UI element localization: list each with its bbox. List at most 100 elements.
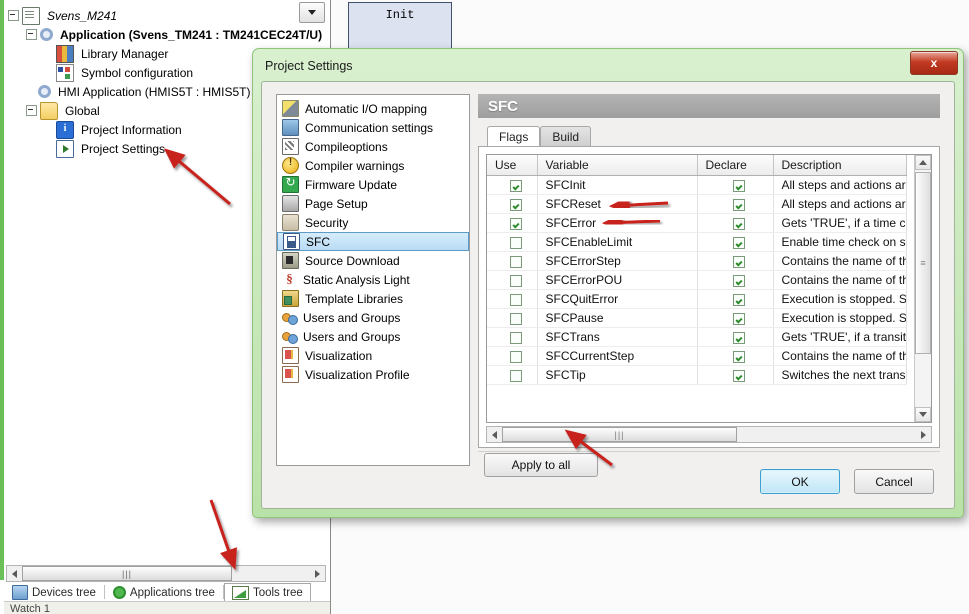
sfc-init-step-block[interactable]: Init — [348, 2, 452, 51]
chevron-down-icon[interactable] — [299, 2, 325, 23]
ok-button[interactable]: OK — [760, 469, 840, 494]
content-tab-flags[interactable]: Flags — [487, 126, 541, 146]
declare-checkbox[interactable] — [733, 293, 745, 306]
use-cell[interactable] — [487, 175, 538, 195]
use-checkbox[interactable] — [509, 255, 522, 268]
declare-checkbox[interactable] — [733, 198, 745, 211]
tree-horizontal-scrollbar[interactable]: ||| — [6, 565, 326, 582]
use-cell[interactable] — [487, 327, 538, 347]
table-row[interactable]: SFCPause Execution is stopped. SFCError — [487, 308, 907, 328]
table-row[interactable]: SFCErrorStep Contains the name of the ste… — [487, 251, 907, 271]
table-row[interactable]: SFCTrans Gets 'TRUE', if a transition swi — [487, 327, 907, 347]
declare-cell[interactable] — [697, 232, 774, 252]
declare-cell[interactable] — [697, 289, 774, 309]
scroll-left-arrow-icon[interactable] — [7, 566, 22, 581]
table-row[interactable]: SFCError Gets 'TRUE', if a time check fai — [487, 213, 907, 233]
category-item-security[interactable]: Security — [277, 213, 469, 232]
tree-hscroll-thumb[interactable]: ||| — [22, 566, 232, 581]
apply-to-all-button[interactable]: Apply to all — [484, 453, 598, 477]
tree-node-symbol-configuration[interactable]: Symbol configuration — [44, 63, 196, 82]
category-item-users-and-groups[interactable]: Users and Groups — [277, 327, 469, 346]
use-checkbox[interactable] — [509, 369, 522, 382]
tree-expander-icon[interactable] — [26, 105, 37, 116]
category-item-sfc[interactable]: SFC — [277, 232, 469, 251]
tab-applications-tree[interactable]: Applications tree — [105, 583, 223, 602]
grid-vertical-scrollbar[interactable]: ≡ — [914, 155, 931, 422]
use-checkbox[interactable] — [509, 274, 522, 287]
grid-hscroll-thumb[interactable]: ||| — [502, 427, 737, 442]
declare-checkbox[interactable] — [733, 312, 745, 325]
declare-checkbox[interactable] — [733, 331, 745, 344]
tree-node-svens-m241[interactable]: Svens_M241 — [8, 6, 120, 25]
cancel-button[interactable]: Cancel — [854, 469, 934, 494]
table-row[interactable]: SFCTip Switches the next transition or — [487, 365, 907, 385]
close-icon[interactable]: x — [910, 51, 958, 75]
declare-checkbox[interactable] — [733, 217, 745, 230]
scroll-up-arrow-icon[interactable] — [915, 155, 931, 170]
category-item-firmware-update[interactable]: Firmware Update — [277, 175, 469, 194]
dialog-title-bar[interactable]: Project Settings x — [256, 51, 960, 80]
tree-expander-icon[interactable] — [26, 29, 37, 40]
settings-category-list[interactable]: Automatic I/O mapping Communication setti… — [276, 94, 470, 466]
use-checkbox[interactable] — [509, 179, 522, 192]
declare-cell[interactable] — [697, 175, 774, 195]
use-checkbox[interactable] — [509, 236, 522, 249]
tree-node-project-settings[interactable]: Project Settings — [44, 139, 169, 158]
table-row[interactable]: SFCEnableLimit Enable time check on steps — [487, 232, 907, 252]
declare-cell[interactable] — [697, 365, 774, 385]
category-item-compiler-warnings[interactable]: Compiler warnings — [277, 156, 469, 175]
scroll-right-arrow-icon[interactable] — [916, 427, 931, 442]
declare-cell[interactable] — [697, 251, 774, 271]
use-cell[interactable] — [487, 346, 538, 366]
column-header-declare[interactable]: Declare — [697, 155, 774, 176]
declare-cell[interactable] — [697, 194, 774, 214]
declare-cell[interactable] — [697, 308, 774, 328]
use-checkbox[interactable] — [509, 312, 522, 325]
tree-node-hmi-application-hmis5t-hmis5t[interactable]: HMI Application (HMIS5T : HMIS5T) — [26, 82, 254, 101]
use-cell[interactable] — [487, 365, 538, 385]
category-item-communication-settings[interactable]: Communication settings — [277, 118, 469, 137]
category-item-automatic-i-o-mapping[interactable]: Automatic I/O mapping — [277, 99, 469, 118]
use-cell[interactable] — [487, 308, 538, 328]
tree-node-global[interactable]: Global — [26, 101, 103, 120]
scroll-down-arrow-icon[interactable] — [915, 407, 931, 422]
column-header-variable[interactable]: Variable — [537, 155, 698, 176]
table-row[interactable]: SFCCurrentStep Contains the name of the a… — [487, 346, 907, 366]
table-row[interactable]: SFCErrorPOU Contains the name of the POU — [487, 270, 907, 290]
tab-devices-tree[interactable]: Devices tree — [4, 583, 104, 602]
category-item-template-libraries[interactable]: Template Libraries — [277, 289, 469, 308]
use-checkbox[interactable] — [509, 293, 522, 306]
use-checkbox[interactable] — [509, 350, 522, 363]
table-row[interactable]: SFCReset All steps and actions are reset — [487, 194, 907, 214]
category-item-page-setup[interactable]: Page Setup — [277, 194, 469, 213]
category-item-static-analysis-light[interactable]: § Static Analysis Light — [277, 270, 469, 289]
grid-horizontal-scrollbar[interactable]: ||| — [486, 426, 932, 443]
content-tab-build[interactable]: Build — [540, 126, 592, 146]
use-cell[interactable] — [487, 213, 538, 233]
declare-checkbox[interactable] — [733, 179, 745, 192]
use-checkbox[interactable] — [509, 198, 522, 211]
declare-checkbox[interactable] — [733, 274, 745, 287]
declare-cell[interactable] — [697, 270, 774, 290]
table-row[interactable]: SFCQuitError Execution is stopped. SFCErr… — [487, 289, 907, 309]
declare-checkbox[interactable] — [733, 236, 745, 249]
declare-cell[interactable] — [697, 213, 774, 233]
use-cell[interactable] — [487, 232, 538, 252]
use-cell[interactable] — [487, 251, 538, 271]
declare-cell[interactable] — [697, 346, 774, 366]
use-cell[interactable] — [487, 270, 538, 290]
category-item-visualization-profile[interactable]: Visualization Profile — [277, 365, 469, 384]
use-checkbox[interactable] — [509, 331, 522, 344]
category-item-compileoptions[interactable]: Compileoptions — [277, 137, 469, 156]
tree-expander-icon[interactable] — [8, 10, 19, 21]
use-checkbox[interactable] — [509, 217, 522, 230]
declare-checkbox[interactable] — [733, 369, 745, 382]
grid-vscroll-thumb[interactable]: ≡ — [915, 172, 931, 354]
tree-node-library-manager[interactable]: Library Manager — [44, 44, 171, 63]
tree-node-application-svens-tm241-tm241cec24t-u[interactable]: Application (Svens_TM241 : TM241CEC24T/U… — [26, 25, 325, 44]
declare-cell[interactable] — [697, 327, 774, 347]
tab-tools-tree[interactable]: Tools tree — [223, 583, 311, 602]
scroll-right-arrow-icon[interactable] — [310, 566, 325, 581]
category-item-users-and-groups[interactable]: Users and Groups — [277, 308, 469, 327]
column-header-description[interactable]: Description — [773, 155, 907, 176]
